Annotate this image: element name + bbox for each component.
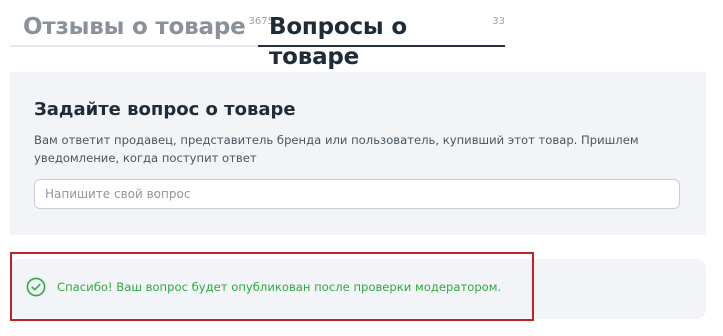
tab-reviews[interactable]: Отзывы о товаре 3675 <box>23 12 274 42</box>
product-qa-page: Отзывы о товаре 3675 Вопросы о товаре 33… <box>0 0 723 336</box>
ask-question-title: Задайте вопрос о товаре <box>34 99 296 120</box>
highlight-frame <box>10 252 534 321</box>
tab-questions-label: Вопросы о товаре <box>269 14 407 70</box>
ask-question-description: Вам ответит продавец, представитель брен… <box>34 133 639 165</box>
question-input[interactable] <box>34 179 680 209</box>
tab-questions[interactable]: Вопросы о товаре 33 <box>269 12 505 72</box>
ask-question-panel: Задайте вопрос о товаре Вам ответит прод… <box>10 72 706 235</box>
tab-questions-count: 33 <box>492 16 505 27</box>
tab-active-indicator <box>258 45 505 47</box>
tabs-bar: Отзывы о товаре 3675 Вопросы о товаре 33 <box>10 0 505 70</box>
tab-reviews-label: Отзывы о товаре <box>23 14 246 40</box>
tab-underline <box>10 45 258 47</box>
